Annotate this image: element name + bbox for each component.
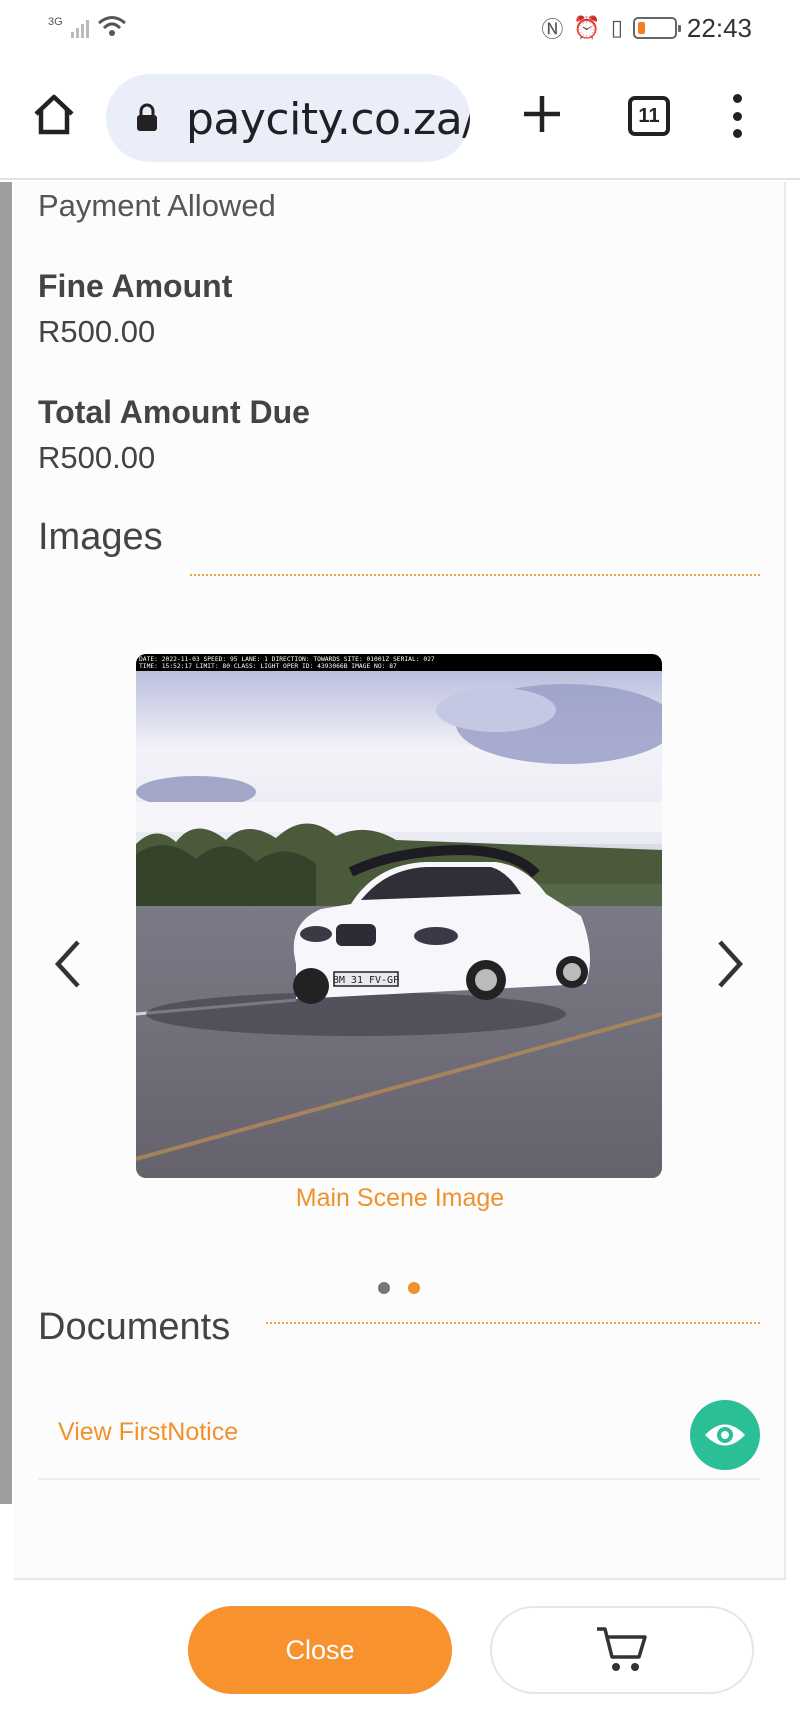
signal-icon bbox=[70, 16, 89, 38]
eye-icon bbox=[705, 1424, 745, 1446]
browser-toolbar: paycity.co.za/ 11 bbox=[0, 56, 800, 180]
tabs-icon[interactable]: 11 bbox=[628, 96, 670, 136]
nfc-icon: Ⓝ bbox=[541, 17, 564, 42]
fine-amount-label: Fine Amount bbox=[38, 268, 233, 304]
license-plate: BM 31 FV-GP bbox=[333, 975, 399, 986]
carousel-dot-2[interactable] bbox=[408, 1282, 420, 1294]
payment-status: Payment Allowed bbox=[38, 188, 276, 223]
status-right: Ⓝ ⏰ ▯ 22:43 bbox=[541, 12, 752, 44]
fine-amount-value: R500.00 bbox=[38, 314, 156, 349]
action-footer: Close bbox=[14, 1578, 786, 1722]
carousel-dot-1[interactable] bbox=[378, 1282, 390, 1294]
fine-details-panel: Payment Allowed Fine Amount R500.00 Tota… bbox=[14, 182, 786, 1722]
speed-camera-photo: BM 31 FV-GP DATE: 2022-11-03 SPEED: 95 L… bbox=[136, 654, 662, 1178]
clock: 22:43 bbox=[686, 12, 752, 43]
images-section-title: Images bbox=[38, 516, 163, 558]
lock-icon[interactable] bbox=[136, 102, 158, 132]
images-section-divider bbox=[190, 574, 760, 576]
image-caption: Main Scene Image bbox=[295, 1184, 505, 1212]
total-due-label: Total Amount Due bbox=[38, 394, 310, 430]
camera-overlay-line-1: DATE: 2022-11-03 SPEED: 95 LANE: 1 DIREC… bbox=[139, 656, 435, 663]
view-first-notice-link[interactable]: View FirstNotice bbox=[58, 1418, 238, 1447]
add-to-cart-button[interactable] bbox=[490, 1606, 754, 1694]
status-bar: 3G Ⓝ ⏰ ▯ 22:43 bbox=[0, 0, 800, 56]
document-row-divider bbox=[38, 1478, 760, 1480]
close-button[interactable]: Close bbox=[188, 1606, 452, 1694]
chevron-left-icon[interactable] bbox=[48, 936, 88, 992]
documents-section-divider bbox=[266, 1322, 760, 1324]
wifi-icon bbox=[97, 16, 126, 36]
main-scene-image[interactable]: BM 31 FV-GP DATE: 2022-11-03 SPEED: 95 L… bbox=[136, 654, 662, 1178]
more-menu-icon[interactable] bbox=[724, 94, 750, 138]
battery-icon bbox=[632, 17, 681, 39]
url-text[interactable]: paycity.co.za/ bbox=[186, 94, 470, 145]
total-due-value: R500.00 bbox=[38, 440, 156, 475]
cart-icon bbox=[597, 1627, 647, 1671]
scroll-indicator bbox=[0, 182, 12, 1504]
status-left: 3G bbox=[48, 14, 127, 38]
address-bar[interactable]: paycity.co.za/ bbox=[106, 74, 470, 162]
view-document-button[interactable] bbox=[690, 1400, 760, 1470]
carousel-pagination bbox=[378, 1282, 420, 1294]
battery-level bbox=[637, 22, 646, 34]
documents-section-title: Documents bbox=[38, 1306, 231, 1348]
new-tab-icon[interactable] bbox=[520, 92, 564, 136]
chevron-right-icon[interactable] bbox=[710, 936, 750, 992]
vibrate-icon: ▯ bbox=[610, 15, 623, 40]
network-type: 3G bbox=[48, 16, 63, 28]
camera-overlay-line-2: TIME: 15:52:17 LIMIT: 80 CLASS: LIGHT OP… bbox=[139, 663, 397, 670]
alarm-icon: ⏰ bbox=[573, 15, 601, 40]
home-icon[interactable] bbox=[30, 90, 78, 138]
